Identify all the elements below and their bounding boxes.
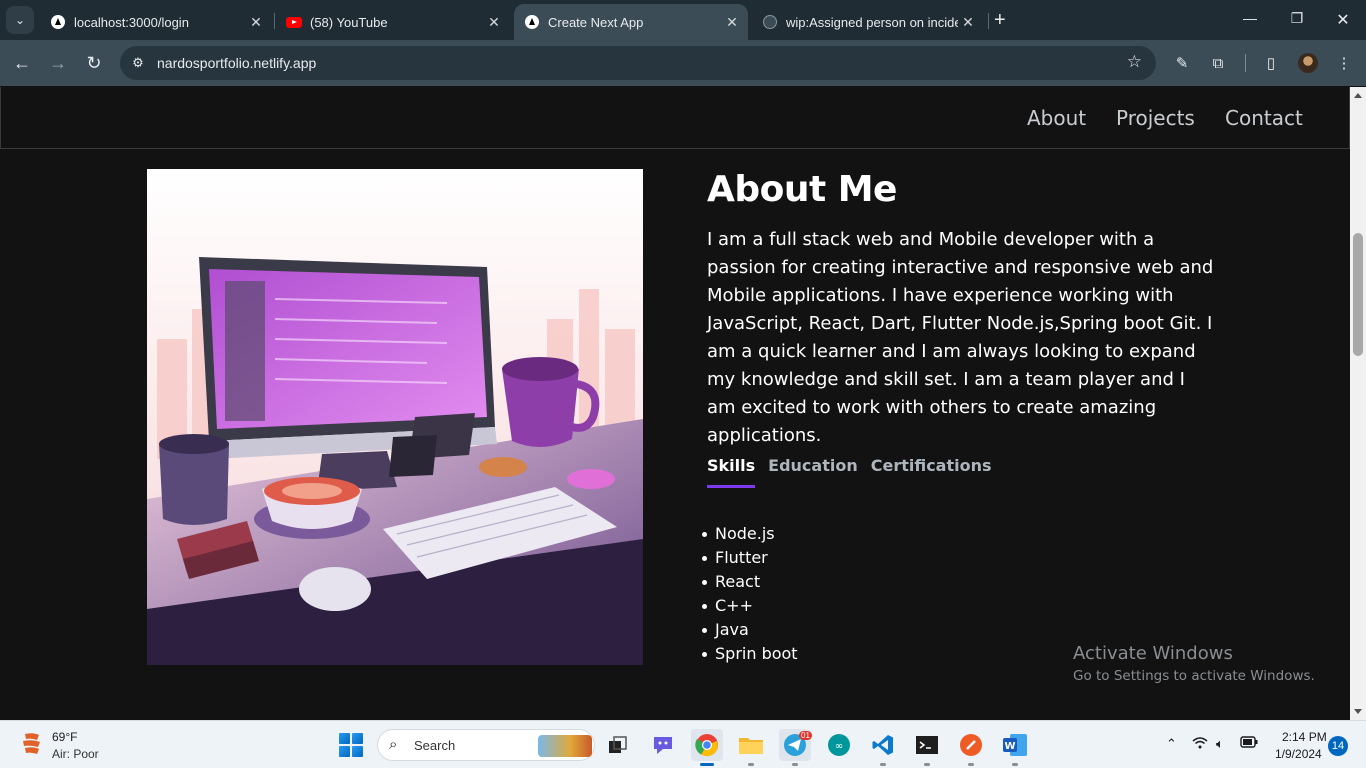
side-panel-icon[interactable]: ▯ [1261,53,1281,73]
github-icon [762,14,778,30]
close-window-button[interactable]: ✕ [1333,10,1353,30]
list-item: Sprin boot [702,642,798,666]
close-tab-icon[interactable]: ✕ [246,14,266,31]
list-item: Node.js [702,522,798,546]
weather-temperature[interactable]: 69°F [52,730,77,744]
minimize-button[interactable]: — [1240,10,1260,26]
new-tab-button[interactable]: + [994,10,1006,30]
start-button[interactable] [339,733,363,757]
forward-button[interactable]: → [46,51,70,75]
reload-button[interactable]: ↻ [82,51,106,75]
weather-icon[interactable] [21,732,43,758]
telegram-icon[interactable]: 01 [779,729,812,766]
battery-icon[interactable] [1240,736,1258,751]
tab-title: (58) YouTube [310,14,388,30]
tab-skills[interactable]: Skills [707,456,756,488]
chevron-up-icon[interactable]: ⌃ [1166,736,1177,752]
scroll-down-arrow-icon[interactable] [1354,709,1362,714]
url-text[interactable]: nardosportfolio.netlify.app [157,55,316,71]
back-button[interactable]: ← [10,51,34,75]
scroll-thumb[interactable] [1353,233,1363,356]
windows-taskbar: 69°F Air: Poor ⌕ Search 01 ∞ W ⌃ 🔈︎ 2:14… [0,720,1366,768]
nextjs-icon [50,14,66,30]
extensions-icon[interactable]: ⧉ [1208,53,1228,73]
site-info-icon[interactable]: ⚙ [130,55,146,71]
terminal-icon[interactable] [911,729,943,766]
search-icon: ⌕ [389,736,398,753]
site-navbar: About Projects Contact [0,87,1350,149]
list-item: React [702,570,798,594]
skills-list: Node.js Flutter React C++ Java Sprin boo… [702,522,798,666]
chevron-down-icon: ⌄ [14,13,26,27]
browser-tabstrip: ⌄ localhost:3000/login ✕ (58) YouTube ✕ … [0,0,1366,40]
arrow-left-icon: ← [13,52,31,73]
tab-search-button[interactable]: ⌄ [6,6,34,34]
close-tab-icon[interactable]: ✕ [484,14,504,31]
browser-tab[interactable]: (58) YouTube ✕ [276,4,510,40]
chrome-app-icon[interactable] [691,729,723,766]
browser-tab[interactable]: localhost:3000/login ✕ [40,4,272,40]
toolbar-divider [1245,54,1246,72]
tab-title: localhost:3000/login [74,14,189,30]
file-explorer-icon[interactable] [735,729,767,766]
svg-text:∞: ∞ [835,741,843,752]
notification-badge[interactable]: 14 [1328,736,1348,756]
about-tabs: Skills Education Certifications [707,456,1005,490]
about-heading: About Me [707,169,897,210]
nextjs-icon [524,14,540,30]
address-bar[interactable]: ⚙ nardosportfolio.netlify.app ☆ [120,46,1156,80]
scroll-up-arrow-icon[interactable] [1354,93,1362,98]
close-tab-icon[interactable]: ✕ [722,14,742,31]
word-icon[interactable]: W [999,729,1031,766]
volume-icon[interactable]: 🔈︎ [1216,736,1224,752]
web-page: About Projects Contact About Me I am a f… [0,87,1350,720]
tab-education[interactable]: Education [768,456,858,488]
activate-windows-watermark: Activate Windows Go to Settings to activ… [1073,643,1315,684]
search-label: Search [414,738,456,753]
arrow-right-icon: → [49,52,67,73]
teams-chat-icon[interactable] [647,729,679,761]
nav-link-about[interactable]: About [1027,106,1086,130]
nav-link-contact[interactable]: Contact [1225,106,1303,130]
close-tab-icon[interactable]: ✕ [958,14,978,31]
reload-icon: ↻ [86,52,102,73]
eyedropper-icon[interactable]: ✎ [1172,53,1192,73]
telegram-badge: 01 [799,731,812,740]
watermark-title: Activate Windows [1073,643,1233,664]
wifi-icon[interactable] [1192,736,1208,752]
tab-title: wip:Assigned person on inciden [786,14,958,30]
bookmark-star-icon[interactable]: ☆ [1127,52,1142,72]
clock-date[interactable]: 1/9/2024 [1275,747,1322,761]
tab-title: Create Next App [548,14,644,30]
page-scrollbar[interactable] [1350,87,1366,720]
clock-time[interactable]: 2:14 PM [1282,730,1327,744]
youtube-icon [286,14,302,30]
browser-tab-active[interactable]: Create Next App ✕ [514,4,748,40]
watermark-subtitle: Go to Settings to activate Windows. [1073,668,1315,684]
browser-tab[interactable]: wip:Assigned person on inciden ✕ [752,4,984,40]
svg-text:W: W [1004,741,1015,752]
list-item: Java [702,618,798,642]
search-highlight-image [538,735,592,757]
tab-divider [274,13,275,29]
postman-icon[interactable] [955,729,987,766]
tab-certifications[interactable]: Certifications [871,456,992,488]
more-menu-icon[interactable]: ⋮ [1334,53,1354,73]
weather-description[interactable]: Air: Poor [52,747,99,761]
task-view-icon[interactable] [602,729,634,761]
about-illustration [147,169,643,665]
about-paragraph: I am a full stack web and Mobile develop… [707,229,1214,446]
profile-avatar[interactable] [1298,53,1318,73]
taskbar-search[interactable]: ⌕ Search [377,729,595,761]
arduino-icon[interactable]: ∞ [823,729,855,761]
nav-link-projects[interactable]: Projects [1116,106,1195,130]
vscode-icon[interactable] [867,729,899,766]
list-item: Flutter [702,546,798,570]
list-item: C++ [702,594,798,618]
tab-divider [988,13,989,29]
restore-button[interactable]: ❐ [1287,10,1307,27]
browser-toolbar: ← → ↻ ⚙ nardosportfolio.netlify.app ☆ ✎ … [0,40,1366,86]
